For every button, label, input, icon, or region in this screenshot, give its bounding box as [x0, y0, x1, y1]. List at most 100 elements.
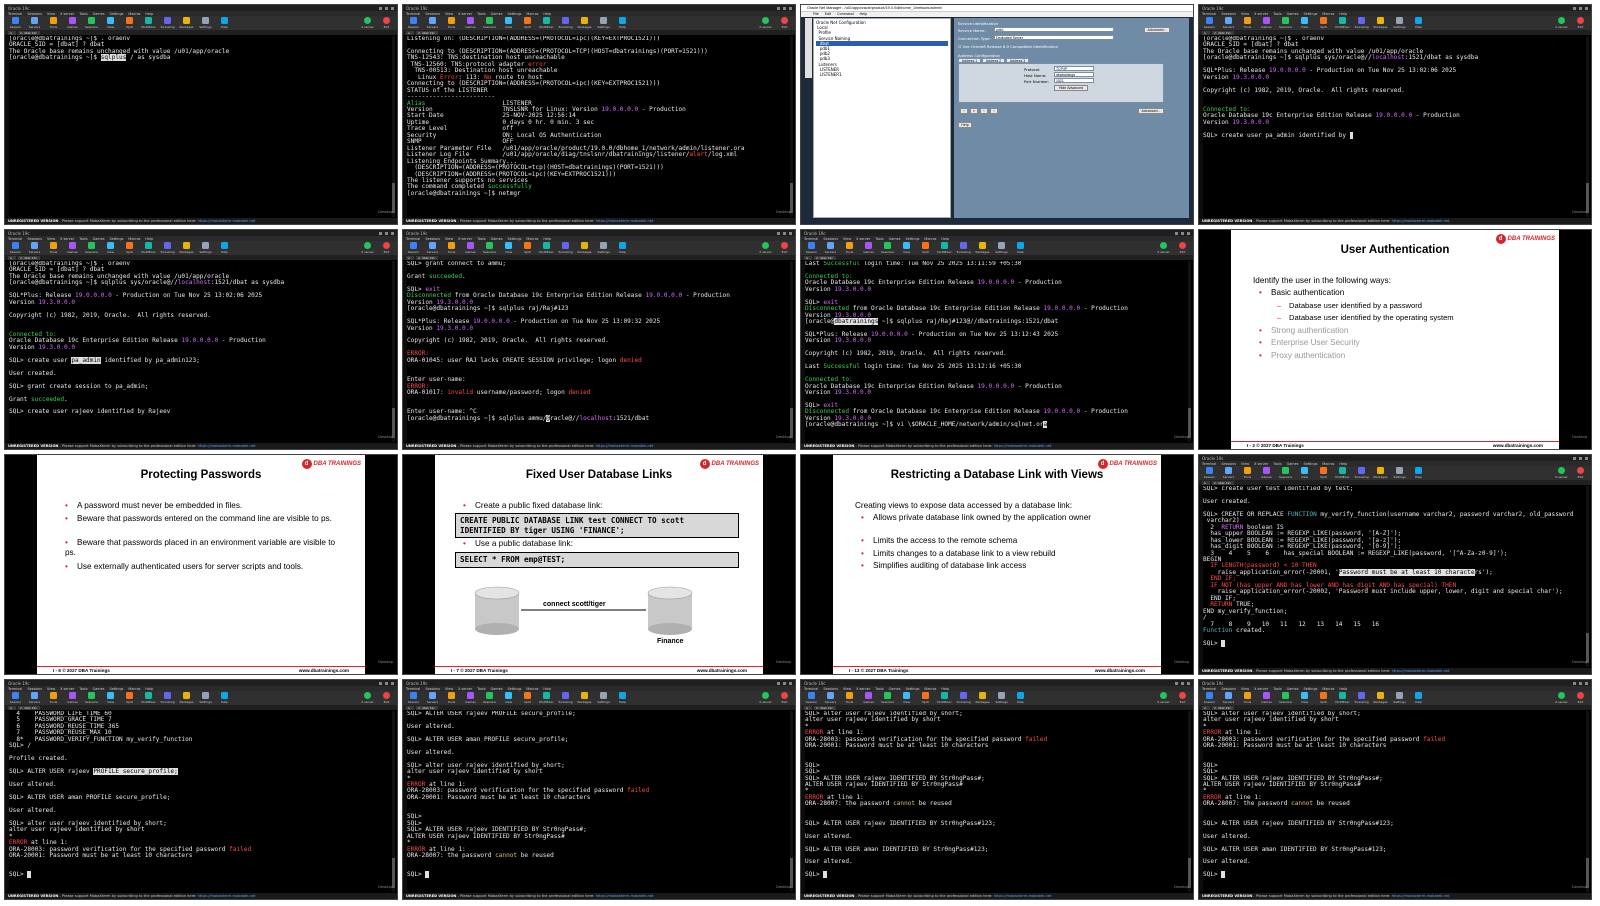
toolbar-view-button[interactable]: View	[501, 242, 516, 254]
maximize-button[interactable]	[385, 681, 388, 685]
menu-item-settings[interactable]: Settings	[109, 237, 123, 241]
menu-item-settings[interactable]: Settings	[905, 687, 919, 691]
help-button[interactable]: Help	[958, 122, 972, 128]
toolbar-tools-button[interactable]: Tools	[842, 692, 857, 704]
toolbar-games-button[interactable]: Games	[463, 692, 478, 704]
terminal-output[interactable]: SQL> create user test identified by test…	[1203, 486, 1581, 667]
toolbar-x-server-button[interactable]: X server	[360, 242, 375, 254]
toolbar-sessions-button[interactable]: Sessions	[482, 17, 497, 29]
close-button[interactable]	[1585, 6, 1588, 10]
minimize-button[interactable]	[777, 6, 780, 10]
terminal-scrollbar[interactable]	[790, 711, 793, 892]
toolbar-multiexec-button[interactable]: MultiExec	[1335, 692, 1350, 704]
toolbar-exit-button[interactable]: Exit	[379, 17, 394, 29]
close-button[interactable]	[1585, 681, 1588, 685]
maximize-button[interactable]	[783, 6, 786, 10]
menu-item-view[interactable]: View	[1241, 12, 1249, 16]
toolbar-split-button[interactable]: Split	[520, 242, 535, 254]
toolbar-games-button[interactable]: Games	[1259, 467, 1274, 479]
toolbar-packages-button[interactable]: Packages	[975, 692, 990, 704]
menu-item-help[interactable]: Help	[1339, 462, 1347, 466]
maximize-button[interactable]	[1181, 681, 1184, 685]
menu-item-games[interactable]: Games	[93, 687, 105, 691]
toolbar-packages-button[interactable]: Packages	[179, 17, 194, 29]
toolbar-view-button[interactable]: View	[1297, 17, 1312, 29]
menu-item-help[interactable]: Help	[145, 237, 153, 241]
menu-item-help[interactable]: Help	[1339, 12, 1347, 16]
terminal-output[interactable]: [oracle@dbatrainings ~]$ . oraenv ORACLE_…	[9, 36, 387, 217]
terminal-scrollbar[interactable]	[1188, 261, 1191, 442]
toolbar-multiexec-button[interactable]: MultiExec	[141, 17, 156, 29]
toolbar-tools-button[interactable]: Tools	[444, 692, 459, 704]
toolbar-session-button[interactable]: Session	[1202, 692, 1217, 704]
maximize-button[interactable]	[1181, 231, 1184, 235]
toolbar-packages-button[interactable]: Packages	[1373, 467, 1388, 479]
status-link[interactable]: https://mobaxterm.mobatek.net	[1392, 669, 1450, 673]
toolbar-x-server-button[interactable]: X server	[1156, 692, 1171, 704]
menu-item-settings[interactable]: Settings	[507, 12, 521, 16]
menu-item-view[interactable]: View	[1241, 462, 1249, 466]
menu-item-edit[interactable]: Edit	[825, 12, 831, 17]
menu-item-x-server[interactable]: X server	[856, 237, 870, 241]
session-tab[interactable]: 2. dbat 19c	[18, 256, 40, 260]
video-frame-10[interactable]: d DBA TRAININGS Fixed User Database Links •…	[402, 454, 796, 675]
video-frame-6[interactable]: Oracle 19c Terminal Sessions View X server To…	[402, 229, 796, 450]
menu-item-macros[interactable]: Macros	[128, 687, 140, 691]
menu-item-x-server[interactable]: X server	[458, 12, 472, 16]
toolbar-exit-button[interactable]: Exit	[777, 692, 792, 704]
terminal-output[interactable]: SQL> ALTER USER rajeev PROFILE secure_pr…	[407, 711, 785, 892]
toolbar-sessions-button[interactable]: Sessions	[84, 242, 99, 254]
terminal-scrollbar[interactable]	[1586, 711, 1589, 892]
menu-item-sessions[interactable]: Sessions	[1221, 687, 1236, 691]
menu-item-macros[interactable]: Macros	[1322, 687, 1334, 691]
toolbar-session-button[interactable]: Session	[406, 242, 421, 254]
toolbar-view-button[interactable]: View	[103, 17, 118, 29]
minimize-button[interactable]	[379, 6, 382, 10]
toolbar-tools-button[interactable]: Tools	[46, 242, 61, 254]
home-tab[interactable]: ⌂	[8, 256, 16, 260]
menu-item-tools[interactable]: Tools	[875, 237, 883, 241]
menu-item-x-server[interactable]: X server	[458, 237, 472, 241]
home-tab[interactable]: ⌂	[804, 706, 812, 710]
toolbar-x-server-button[interactable]: X server	[1554, 692, 1569, 704]
close-button[interactable]	[1585, 456, 1588, 460]
status-link[interactable]: https://mobaxterm.mobatek.net	[596, 444, 654, 448]
toolbar-settings-button[interactable]: Settings	[994, 242, 1009, 254]
toolbar-session-button[interactable]: Session	[1202, 17, 1217, 29]
toolbar-session-button[interactable]: Session	[1202, 467, 1217, 479]
maximize-button[interactable]	[1579, 681, 1582, 685]
menu-item-view[interactable]: View	[47, 237, 55, 241]
menu-item-x-server[interactable]: X server	[458, 687, 472, 691]
advanced-button[interactable]: Advanced...	[1138, 108, 1164, 114]
toolbar-exit-button[interactable]: Exit	[777, 17, 792, 29]
menu-item-view[interactable]: View	[1241, 687, 1249, 691]
scrollbar-thumb[interactable]	[790, 408, 793, 438]
terminal-output[interactable]: [oracle@dbatrainings ~]$ . oraenv ORACLE_…	[1203, 36, 1581, 217]
toolbar-tunneling-button[interactable]: Tunneling	[160, 692, 175, 704]
menu-item-settings[interactable]: Settings	[905, 237, 919, 241]
terminal-scrollbar[interactable]	[790, 261, 793, 442]
menu-item-macros[interactable]: Macros	[1322, 462, 1334, 466]
terminal-scrollbar[interactable]	[1586, 36, 1589, 217]
toolbar-tools-button[interactable]: Tools	[1240, 692, 1255, 704]
menu-item-games[interactable]: Games	[1287, 462, 1299, 466]
advanced-button-top[interactable]: Advanced...	[1144, 27, 1170, 33]
toolbar-packages-button[interactable]: Packages	[975, 242, 990, 254]
toolbar-multiexec-button[interactable]: MultiExec	[539, 17, 554, 29]
session-tab[interactable]: 2. dbat 19c	[1212, 31, 1234, 35]
menu-item-macros[interactable]: Macros	[128, 237, 140, 241]
toolbar-tunneling-button[interactable]: Tunneling	[558, 242, 573, 254]
toolbar-view-button[interactable]: View	[103, 242, 118, 254]
home-tab[interactable]: ⌂	[406, 706, 414, 710]
menu-item-settings[interactable]: Settings	[507, 687, 521, 691]
video-frame-11[interactable]: d DBA TRAININGS Restricting a Database Lin…	[800, 454, 1194, 675]
menu-item-sessions[interactable]: Sessions	[1221, 462, 1236, 466]
toolbar-games-button[interactable]: Games	[861, 242, 876, 254]
toolbar-settings-button[interactable]: Settings	[1392, 467, 1407, 479]
toolbar-games-button[interactable]: Games	[463, 17, 478, 29]
close-button[interactable]	[391, 231, 394, 235]
menu-item-help[interactable]: Help	[543, 12, 551, 16]
service-name-input[interactable]: pdb1	[994, 27, 1114, 32]
minimize-button[interactable]	[777, 231, 780, 235]
session-tab[interactable]: 2. dbat 19c	[416, 31, 438, 35]
